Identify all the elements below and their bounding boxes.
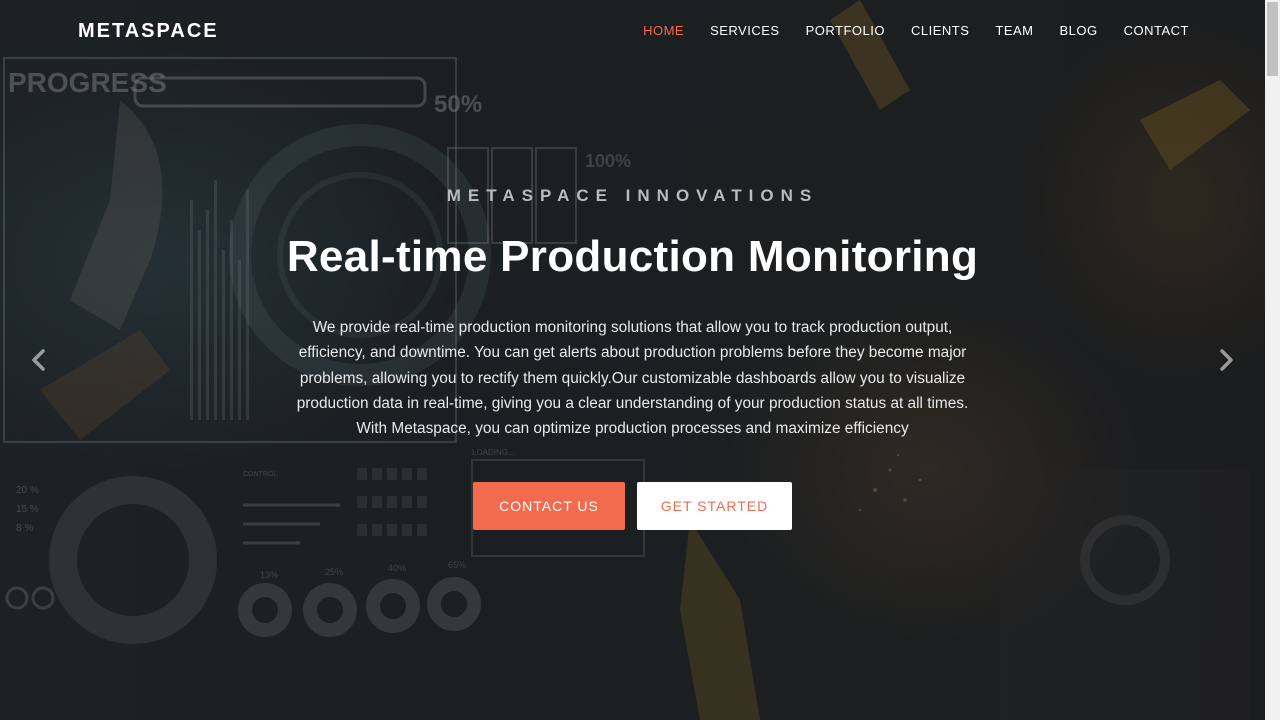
nav-item-contact[interactable]: CONTACT [1124, 23, 1189, 39]
nav-item-services[interactable]: SERVICES [710, 23, 780, 39]
get-started-button[interactable]: GET STARTED [637, 482, 792, 530]
nav-item-team[interactable]: TEAM [995, 23, 1033, 39]
nav-item-blog[interactable]: BLOG [1060, 23, 1098, 39]
hero-eyebrow: METASPACE INNOVATIONS [446, 186, 819, 205]
brand-logo[interactable]: METASPACE [78, 20, 219, 43]
main-nav: HOME SERVICES PORTFOLIO CLIENTS TEAM BLO… [617, 23, 1189, 39]
scrollbar-thumb[interactable] [1267, 2, 1278, 76]
hero-description: We provide real-time production monitori… [296, 319, 969, 438]
nav-item-portfolio[interactable]: PORTFOLIO [806, 23, 885, 39]
chevron-right-icon[interactable] [1214, 348, 1238, 372]
chevron-left-icon[interactable] [27, 348, 51, 372]
nav-item-clients[interactable]: CLIENTS [911, 23, 969, 39]
contact-us-button[interactable]: CONTACT US [473, 482, 625, 530]
hero-title: Real-time Production Monitoring [286, 232, 979, 281]
nav-item-home[interactable]: HOME [643, 23, 684, 39]
page-scrollbar[interactable] [1265, 0, 1280, 720]
